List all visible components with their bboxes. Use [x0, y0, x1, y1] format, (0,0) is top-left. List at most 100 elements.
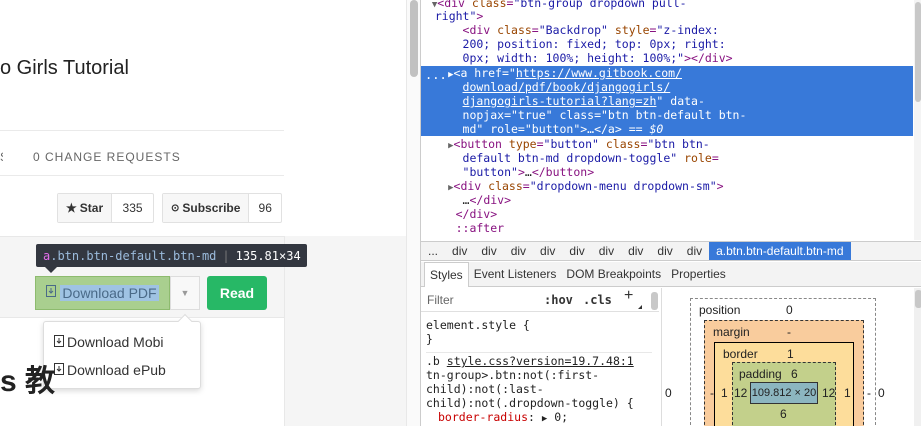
- dom-line[interactable]: ::after: [421, 221, 913, 235]
- position-right[interactable]: 0: [878, 386, 885, 400]
- rule-source-link[interactable]: style.css?version=19.7.48:1: [447, 354, 634, 368]
- rule-selector-line[interactable]: tn-group>.btn:not(:first-: [426, 368, 599, 382]
- breadcrumb-div[interactable]: div: [533, 242, 562, 260]
- box-model-diagram: position 0 0 0 margin - - - border 1 1 1…: [661, 288, 921, 426]
- element-style-line[interactable]: element.style {: [426, 318, 530, 332]
- tooltip-tag: a: [43, 248, 51, 263]
- dom-line-selected[interactable]: nopjax="true" class="btn btn-default btn…: [421, 108, 913, 122]
- star-label: Star: [79, 201, 104, 215]
- tab-change-requests[interactable]: 0 CHANGE REQUESTS: [33, 150, 181, 164]
- download-dropdown-toggle[interactable]: ▼: [170, 276, 200, 310]
- new-rule-corner-icon: [638, 305, 642, 309]
- caret-down-icon: ▼: [180, 288, 190, 298]
- margin-label: margin: [713, 325, 750, 339]
- subscribe-label-box[interactable]: ⊙ Subscribe: [163, 194, 250, 222]
- elements-scrollbar[interactable]: [914, 0, 921, 240]
- subscribe-count[interactable]: 96: [249, 194, 281, 222]
- read-button[interactable]: Read: [207, 276, 267, 310]
- styles-scrollbar[interactable]: [651, 290, 659, 426]
- elements-scrollbar-thumb[interactable]: [915, 2, 921, 102]
- tab-event-listeners[interactable]: Event Listeners: [469, 262, 562, 286]
- dom-line[interactable]: 200; position: fixed; top: 0px; right:: [421, 37, 913, 51]
- tab-partial[interactable]: S: [0, 150, 3, 164]
- breadcrumb-div[interactable]: div: [621, 242, 650, 260]
- content-size[interactable]: 109.812 × 20: [749, 387, 820, 399]
- close-brace: }: [426, 332, 433, 346]
- tab-styles[interactable]: Styles: [424, 261, 469, 287]
- dom-line-selected[interactable]: download/pdf/book/djangogirls/: [421, 80, 913, 94]
- box-model-scrollbar-thumb[interactable]: [915, 290, 921, 308]
- breadcrumb-div[interactable]: div: [504, 242, 533, 260]
- rule-selector-line[interactable]: child):not(:last-: [426, 382, 544, 396]
- subscribe-button[interactable]: ⊙ Subscribe 96: [162, 193, 282, 223]
- file-icon: [54, 334, 64, 350]
- star-label-box[interactable]: ★ Star: [58, 194, 113, 222]
- selected-dom-node[interactable]: ... ▶<a href="https://www.gitbook.com/ d…: [421, 66, 913, 136]
- padding-value[interactable]: 6: [791, 367, 798, 381]
- subscribe-label: Subscribe: [182, 201, 241, 215]
- css-prop-name[interactable]: border-radius: [438, 410, 528, 424]
- download-mobi-item[interactable]: Download Mobi: [54, 334, 164, 350]
- dom-line[interactable]: default btn-md dropdown-toggle" role=: [421, 151, 913, 165]
- dom-line[interactable]: 0px; width: 100%; height: 100%;"></div>: [421, 51, 913, 65]
- breadcrumb-div[interactable]: div: [680, 242, 709, 260]
- margin-right[interactable]: -: [867, 386, 871, 400]
- css-prop-value[interactable]: 0;: [554, 410, 568, 424]
- styles-scrollbar-thumb[interactable]: [651, 292, 658, 310]
- elements-tree: ▼<div class="btn-group dropdown pull- ri…: [421, 0, 921, 240]
- dom-line[interactable]: <div class="Backdrop" style="z-index:: [421, 23, 913, 37]
- padding-left[interactable]: 12: [734, 386, 747, 400]
- book-title: o Girls Tutorial: [0, 57, 129, 79]
- rule-selector-line[interactable]: child):not(.dropdown-toggle) {: [426, 396, 634, 410]
- rule-selector-prefix[interactable]: .b: [426, 354, 447, 368]
- padding-right[interactable]: 12: [822, 386, 835, 400]
- tabs-underline: [0, 175, 284, 176]
- book-tabs: S 0 CHANGE REQUESTS: [0, 150, 180, 164]
- page-scrollbar-thumb[interactable]: [410, 0, 418, 77]
- box-content[interactable]: 109.812 × 20: [750, 382, 818, 404]
- border-left[interactable]: 1: [721, 386, 728, 400]
- download-pdf-button[interactable]: Download PDF: [35, 276, 170, 310]
- inspect-tooltip: a .btn.btn-default.btn-md | 135.81×34: [36, 244, 307, 267]
- download-epub-item[interactable]: Download ePub: [54, 362, 166, 378]
- breadcrumb-div[interactable]: div: [474, 242, 503, 260]
- margin-value[interactable]: -: [787, 325, 791, 339]
- dom-breadcrumbs: ... div div div div div div div div div …: [421, 241, 921, 261]
- border-value[interactable]: 1: [787, 347, 794, 361]
- page-viewport: o Girls Tutorial S 0 CHANGE REQUESTS ★ S…: [0, 0, 406, 426]
- breadcrumb-div[interactable]: div: [445, 242, 474, 260]
- border-label: border: [723, 347, 758, 361]
- breadcrumb-selected[interactable]: a.btn.btn-default.btn-md: [709, 242, 851, 260]
- css-declaration[interactable]: border-radius: ▶ 0;: [438, 410, 568, 426]
- padding-bottom[interactable]: 6: [780, 407, 787, 421]
- page-scrollbar[interactable]: [406, 0, 420, 426]
- tab-properties[interactable]: Properties: [666, 262, 731, 286]
- position-left[interactable]: 0: [665, 386, 672, 400]
- breadcrumb-div[interactable]: div: [650, 242, 679, 260]
- dom-line[interactable]: right">: [421, 9, 913, 23]
- tab-dom-breakpoints[interactable]: DOM Breakpoints: [561, 262, 666, 286]
- cls-toggle[interactable]: .cls: [583, 293, 612, 307]
- rss-icon: ⊙: [171, 202, 180, 214]
- divider: [0, 130, 284, 131]
- position-value[interactable]: 0: [786, 303, 793, 317]
- dom-line[interactable]: "button">…</button>: [421, 165, 913, 179]
- dom-line-selected[interactable]: md" role="button">…</a> == $0: [421, 122, 913, 136]
- dom-line[interactable]: …</div>: [421, 193, 913, 207]
- star-icon: ★: [66, 201, 77, 215]
- download-dropdown-menu: Download Mobi Download ePub: [43, 313, 201, 389]
- box-model-scrollbar[interactable]: [914, 288, 921, 426]
- dom-line-selected[interactable]: djangogirls-tutorial?lang=zh" data-: [421, 94, 913, 108]
- star-button[interactable]: ★ Star 335: [57, 193, 154, 223]
- breadcrumb-ellipsis[interactable]: ...: [421, 242, 445, 260]
- border-right[interactable]: 1: [844, 386, 851, 400]
- download-epub-label: Download ePub: [67, 362, 166, 378]
- dom-line[interactable]: </div>: [421, 207, 913, 221]
- breadcrumb-div[interactable]: div: [592, 242, 621, 260]
- rule-header: .b style.css?version=19.7.48:1: [426, 354, 634, 368]
- filter-input[interactable]: Filter: [427, 293, 454, 307]
- hov-toggle[interactable]: :hov: [544, 293, 573, 307]
- star-count[interactable]: 335: [112, 194, 153, 222]
- new-rule-button[interactable]: +: [624, 288, 633, 304]
- breadcrumb-div[interactable]: div: [562, 242, 591, 260]
